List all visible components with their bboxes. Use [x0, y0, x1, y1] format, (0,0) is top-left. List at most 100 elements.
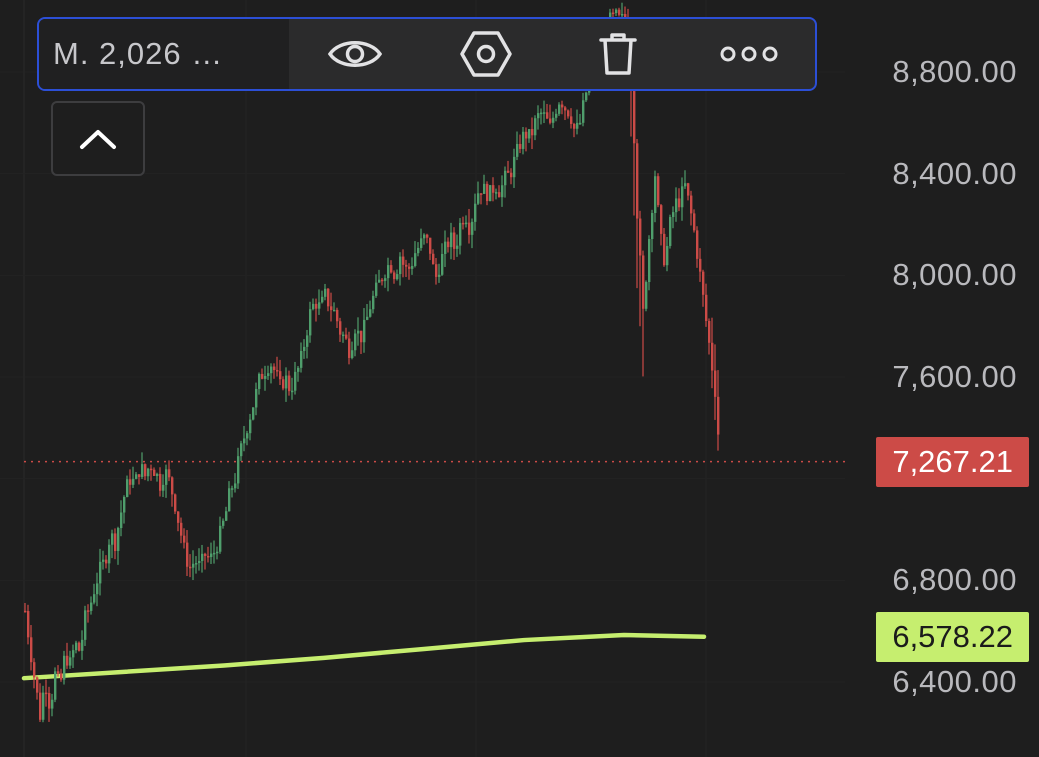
candle-up — [84, 610, 87, 640]
candle-up — [552, 117, 555, 123]
candle-up — [666, 245, 669, 266]
candle-down — [561, 104, 564, 108]
candle-up — [54, 671, 57, 700]
candle-down — [657, 176, 660, 206]
more-button[interactable] — [684, 19, 816, 89]
candle-up — [645, 282, 648, 309]
candle-down — [564, 107, 567, 111]
candle-down — [480, 193, 483, 195]
collapse-button[interactable] — [51, 101, 145, 176]
candle-down — [348, 338, 351, 358]
candle-up — [306, 335, 309, 347]
candle-up — [246, 433, 249, 439]
candle-up — [72, 650, 75, 658]
candle-down — [525, 131, 528, 139]
candle-up — [81, 639, 84, 651]
candle-up — [681, 186, 684, 208]
settings-button[interactable] — [421, 19, 553, 89]
candle-down — [279, 371, 282, 380]
candle-up — [522, 131, 525, 149]
candle-down — [498, 192, 501, 198]
candle-up — [255, 388, 258, 408]
moving-average-badge: 6,578.22 — [876, 611, 1029, 662]
candle-down — [30, 637, 33, 663]
candle-up — [237, 456, 240, 484]
candle-up — [387, 265, 390, 279]
candle-down — [636, 143, 639, 219]
candle-down — [390, 265, 393, 273]
candle-up — [258, 373, 261, 389]
candle-down — [186, 542, 189, 567]
candle-down — [129, 479, 132, 485]
candle-down — [168, 469, 171, 478]
candle-up — [234, 483, 237, 489]
candle-down — [78, 642, 81, 651]
candle-down — [714, 370, 717, 397]
candle-up — [108, 544, 111, 564]
candle-down — [402, 256, 405, 265]
candle-down — [189, 566, 192, 569]
candle-up — [669, 217, 672, 246]
candle-up — [252, 407, 255, 420]
candle-up — [219, 525, 222, 552]
candle-up — [411, 265, 414, 269]
candle-up — [285, 375, 288, 389]
visibility-button[interactable] — [289, 19, 421, 89]
candle-down — [492, 185, 495, 193]
candle-down — [462, 222, 465, 225]
candle-up — [474, 203, 477, 222]
candle-down — [435, 264, 438, 277]
delete-button[interactable] — [552, 19, 684, 89]
candle-up — [471, 221, 474, 235]
candle-up — [135, 474, 138, 479]
candle-up — [198, 560, 201, 564]
candle-up — [324, 288, 327, 297]
candle-up — [438, 274, 441, 277]
candle-down — [687, 183, 690, 196]
price-chart[interactable]: 6,400.00 6,800.00 7,600.00 8,000.00 8,400.00… — [0, 0, 1039, 757]
candle-up — [240, 443, 243, 457]
candle-up — [450, 232, 453, 248]
candle-down — [570, 116, 573, 124]
candle-up — [477, 193, 480, 204]
candle-down — [207, 555, 210, 558]
candle-up — [90, 602, 93, 611]
indicator-label[interactable]: M. 2,026 … — [39, 19, 289, 89]
candle-up — [399, 256, 402, 275]
candle-up — [372, 295, 375, 310]
candle-up — [117, 528, 120, 551]
candle-up — [456, 245, 459, 249]
candle-down — [381, 279, 384, 282]
candle-up — [42, 692, 45, 720]
candle-down — [711, 342, 714, 371]
candle-up — [501, 185, 504, 198]
candle-down — [60, 673, 63, 680]
candle-down — [696, 230, 699, 259]
candle-down — [48, 693, 51, 709]
candle-down — [432, 253, 435, 265]
moving-average-line[interactable] — [21, 632, 707, 681]
candle-up — [459, 222, 462, 246]
candle-down — [486, 183, 489, 202]
candle-up — [267, 373, 270, 377]
candle-down — [204, 553, 207, 556]
candle-up — [264, 376, 267, 379]
candle-up — [489, 185, 492, 202]
candle-up — [675, 198, 678, 213]
candle-up — [420, 238, 423, 248]
candle-up — [270, 366, 273, 374]
candle-up — [378, 279, 381, 283]
indicator-toolbar: M. 2,026 … — [37, 17, 817, 91]
candle-up — [396, 274, 399, 280]
candle-up — [99, 561, 102, 584]
candle-up — [75, 642, 78, 651]
candle-up — [582, 100, 585, 123]
candle-down — [426, 234, 429, 238]
candle-down — [24, 610, 27, 613]
candle-down — [573, 123, 576, 129]
candle-down — [717, 396, 720, 435]
candle-up — [369, 309, 372, 317]
candle-up — [651, 213, 654, 240]
candle-up — [195, 563, 198, 565]
candle-down — [408, 266, 411, 269]
